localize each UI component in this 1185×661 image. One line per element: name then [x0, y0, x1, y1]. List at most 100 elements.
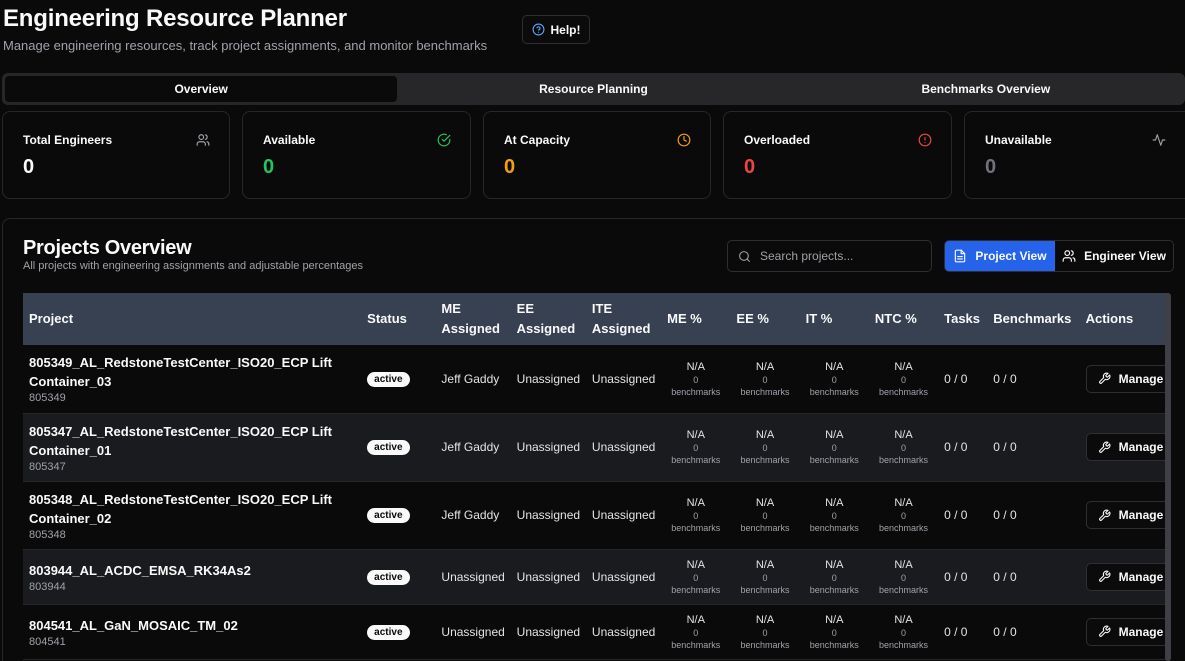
- alert-circle-icon: [918, 133, 932, 147]
- benchmark-unit: benchmarks: [671, 584, 721, 595]
- benchmark-unit: benchmarks: [878, 584, 928, 595]
- percent-value: N/A: [686, 497, 705, 509]
- status-cell: active: [361, 604, 435, 659]
- manage-button[interactable]: Manage: [1085, 617, 1171, 646]
- benchmark-count: 0: [900, 443, 906, 453]
- search-box: [727, 240, 932, 272]
- tab-resource-planning[interactable]: Resource Planning: [397, 76, 789, 102]
- percent-value: N/A: [755, 360, 775, 373]
- stat-value: 0: [504, 156, 516, 178]
- project-id: 803944: [29, 580, 66, 593]
- search-input[interactable]: [760, 249, 920, 263]
- stat-card-unavailable: Unavailable 0: [964, 111, 1185, 199]
- percent-value: N/A: [686, 429, 705, 441]
- stat-value: 0: [744, 156, 756, 178]
- me-assigned: Unassigned: [441, 569, 505, 584]
- actions-cell: Manage: [1080, 549, 1171, 604]
- benchmark-unit: benchmarks: [671, 639, 721, 650]
- ntc-percent: N/A 0 benchmarks: [869, 604, 938, 659]
- app-title: Engineering Resource Planner: [3, 5, 347, 32]
- wrench-icon: [1098, 509, 1111, 521]
- percent-value: N/A: [825, 360, 844, 373]
- benchmarks-count: 0 / 0: [993, 371, 1017, 386]
- projects-table-container: Project Status ME Assigned EE Assigned I…: [23, 293, 1171, 661]
- percent-value: N/A: [686, 360, 705, 373]
- me-assigned: Jeff Gaddy: [441, 508, 500, 522]
- stat-card-at-capacity: At Capacity 0: [483, 111, 711, 199]
- benchmark-unit: benchmarks: [809, 386, 859, 397]
- main-tabs: Overview Resource Planning Benchmarks Ov…: [2, 73, 1185, 105]
- manage-button[interactable]: Manage: [1085, 433, 1171, 461]
- project-cell: 805347_AL_RedstoneTestCenter_ISO20_ECP L…: [23, 413, 361, 481]
- manage-button[interactable]: Manage: [1085, 562, 1171, 591]
- benchmark-unit: benchmarks: [740, 455, 790, 465]
- actions-cell: Manage: [1080, 413, 1171, 481]
- me-percent: N/A 0 benchmarks: [661, 604, 730, 659]
- stat-label: Overloaded: [744, 133, 811, 147]
- engineer-view-button[interactable]: Engineer View: [1055, 241, 1173, 271]
- it-percent: N/A 0 benchmarks: [800, 345, 869, 413]
- ee-percent: N/A 0 benchmarks: [730, 413, 799, 481]
- benchmark-count: 0: [693, 627, 699, 638]
- file-text-icon: [955, 249, 966, 263]
- percent-value: N/A: [825, 429, 844, 441]
- users-icon: [1062, 250, 1076, 262]
- project-name[interactable]: 805349_AL_RedstoneTestCenter_ISO20_ECP L…: [29, 353, 355, 391]
- ite-assigned: Unassigned: [591, 371, 656, 386]
- project-id: 805349: [29, 392, 66, 405]
- benchmark-count: 0: [762, 443, 768, 453]
- table-row: 804541_AL_GaN_MOSAIC_TM_02 804541 active…: [23, 604, 1171, 659]
- activity-icon: [1152, 134, 1166, 146]
- stat-card-overloaded: Overloaded 0: [723, 111, 952, 199]
- percent-value: N/A: [894, 613, 913, 626]
- me-assigned: Unassigned: [441, 624, 505, 639]
- tasks-count: 0 / 0: [944, 508, 968, 522]
- tasks-count: 0 / 0: [944, 371, 968, 386]
- benchmarks-count: 0 / 0: [993, 508, 1017, 522]
- benchmark-unit: benchmarks: [878, 639, 928, 650]
- project-cell: 805349_AL_RedstoneTestCenter_ISO20_ECP L…: [23, 345, 361, 413]
- percent-value: N/A: [755, 558, 775, 571]
- check-circle-icon: [437, 133, 451, 147]
- percent-value: N/A: [755, 613, 775, 626]
- table-header-row: Project Status ME Assigned EE Assigned I…: [23, 293, 1169, 345]
- project-view-button[interactable]: Project View: [945, 241, 1055, 271]
- tab-benchmarks-overview[interactable]: Benchmarks Overview: [790, 76, 1182, 102]
- project-name[interactable]: 803944_AL_ACDC_EMSA_RK34As2: [29, 561, 355, 580]
- benchmark-unit: benchmarks: [878, 455, 928, 465]
- ee-percent: N/A 0 benchmarks: [730, 604, 799, 659]
- project-cell: 803944_AL_ACDC_EMSA_RK34As2 803944: [23, 549, 361, 604]
- manage-button[interactable]: Manage: [1085, 501, 1171, 529]
- it-percent: N/A 0 benchmarks: [800, 413, 869, 481]
- column-header: Benchmarks: [993, 311, 1072, 326]
- project-name[interactable]: 804541_AL_GaN_MOSAIC_TM_02: [29, 616, 355, 635]
- benchmark-unit: benchmarks: [740, 639, 790, 650]
- me-percent: N/A 0 benchmarks: [661, 481, 730, 549]
- actions-cell: Manage: [1080, 481, 1171, 549]
- table-row: 805348_AL_RedstoneTestCenter_ISO20_ECP L…: [23, 481, 1171, 549]
- ee-percent: N/A 0 benchmarks: [730, 345, 799, 413]
- ntc-percent: N/A 0 benchmarks: [869, 413, 938, 481]
- benchmark-count: 0: [762, 572, 768, 583]
- table-row: 803944_AL_ACDC_EMSA_RK34As2 803944 activ…: [23, 549, 1171, 604]
- projects-subtitle: All projects with engineering assignment…: [23, 260, 363, 272]
- me-assigned: Jeff Gaddy: [441, 440, 500, 454]
- tab-overview[interactable]: Overview: [5, 76, 398, 102]
- status-cell: active: [361, 345, 435, 413]
- column-header: ITE Assigned: [591, 301, 651, 336]
- manage-label: Manage: [1118, 508, 1164, 522]
- users-icon: [196, 134, 210, 146]
- project-name[interactable]: 805348_AL_RedstoneTestCenter_ISO20_ECP L…: [29, 490, 355, 528]
- table-scrollbar[interactable]: [1165, 293, 1171, 661]
- wrench-icon: [1098, 570, 1111, 582]
- benchmark-unit: benchmarks: [671, 386, 721, 397]
- benchmark-unit: benchmarks: [878, 386, 928, 397]
- benchmark-unit: benchmarks: [671, 523, 721, 533]
- benchmark-count: 0: [831, 572, 837, 583]
- help-button[interactable]: Help!: [522, 15, 590, 44]
- project-name[interactable]: 805347_AL_RedstoneTestCenter_ISO20_ECP L…: [29, 422, 355, 460]
- column-header: IT %: [805, 311, 833, 326]
- project-id: 805347: [29, 460, 66, 473]
- manage-button[interactable]: Manage: [1085, 364, 1171, 393]
- actions-cell: Manage: [1080, 345, 1171, 413]
